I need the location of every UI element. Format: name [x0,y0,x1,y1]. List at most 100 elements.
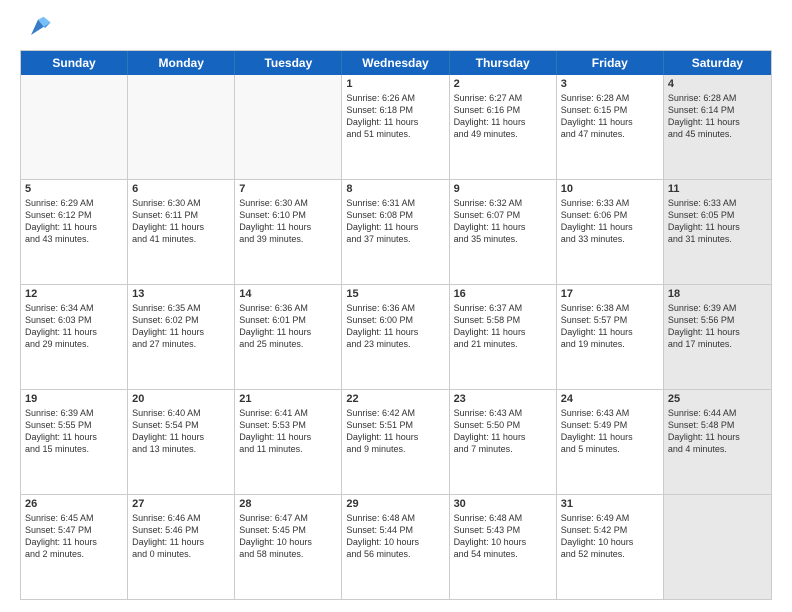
cal-cell-day-4: 4Sunrise: 6:28 AMSunset: 6:14 PMDaylight… [664,75,771,179]
cal-row-4: 26 Sunrise: 6:45 AMSunset: 5:47 PMDayligh… [21,494,771,599]
day-info: Sunrise: 6:30 AMSunset: 6:11 PMDaylight:… [132,197,230,246]
logo-icon [24,14,52,42]
day-info: Sunrise: 6:39 AMSunset: 5:56 PMDaylight:… [668,302,767,351]
day-number: 10 [561,183,659,195]
day-info: Sunrise: 6:33 AMSunset: 6:05 PMDaylight:… [668,197,767,246]
calendar: SundayMondayTuesdayWednesdayThursdayFrid… [20,50,772,600]
day-info: Sunrise: 6:46 AMSunset: 5:46 PMDaylight:… [132,512,230,561]
cal-cell-day-5: 5 Sunrise: 6:29 AMSunset: 6:12 PMDaylight… [21,180,128,284]
cal-cell-empty-0-1 [128,75,235,179]
day-info: Sunrise: 6:48 AMSunset: 5:43 PMDaylight:… [454,512,552,561]
cal-cell-empty-0-2 [235,75,342,179]
cal-cell-day-23: 23Sunrise: 6:43 AMSunset: 5:50 PMDayligh… [450,390,557,494]
cal-row-1: 5 Sunrise: 6:29 AMSunset: 6:12 PMDaylight… [21,179,771,284]
cal-cell-day-26: 26 Sunrise: 6:45 AMSunset: 5:47 PMDayligh… [21,495,128,599]
day-info: Sunrise: 6:38 AMSunset: 5:57 PMDaylight:… [561,302,659,351]
cal-cell-day-8: 8 Sunrise: 6:31 AMSunset: 6:08 PMDaylight… [342,180,449,284]
cal-header-sunday: Sunday [21,51,128,75]
day-number: 15 [346,288,444,300]
day-number: 9 [454,183,552,195]
day-number: 20 [132,393,230,405]
cal-cell-day-10: 10 Sunrise: 6:33 AMSunset: 6:06 PMDayligh… [557,180,664,284]
cal-cell-day-16: 16 Sunrise: 6:37 AMSunset: 5:58 PMDayligh… [450,285,557,389]
day-info: Sunrise: 6:39 AMSunset: 5:55 PMDaylight:… [25,407,123,456]
cal-cell-day-13: 13 Sunrise: 6:35 AMSunset: 6:02 PMDayligh… [128,285,235,389]
cal-cell-day-31: 31 Sunrise: 6:49 AMSunset: 5:42 PMDayligh… [557,495,664,599]
day-info: Sunrise: 6:36 AMSunset: 6:01 PMDaylight:… [239,302,337,351]
cal-cell-day-6: 6Sunrise: 6:30 AMSunset: 6:11 PMDaylight… [128,180,235,284]
day-number: 13 [132,288,230,300]
logo [20,18,52,42]
day-number: 12 [25,288,123,300]
cal-cell-day-29: 29 Sunrise: 6:48 AMSunset: 5:44 PMDayligh… [342,495,449,599]
cal-header-saturday: Saturday [664,51,771,75]
day-number: 4 [668,78,767,90]
cal-cell-day-12: 12Sunrise: 6:34 AMSunset: 6:03 PMDayligh… [21,285,128,389]
day-info: Sunrise: 6:27 AMSunset: 6:16 PMDaylight:… [454,92,552,141]
day-number: 30 [454,498,552,510]
day-info: Sunrise: 6:29 AMSunset: 6:12 PMDaylight:… [25,197,123,246]
cal-cell-day-22: 22 Sunrise: 6:42 AMSunset: 5:51 PMDayligh… [342,390,449,494]
cal-cell-day-20: 20 Sunrise: 6:40 AMSunset: 5:54 PMDayligh… [128,390,235,494]
page: SundayMondayTuesdayWednesdayThursdayFrid… [0,0,792,612]
day-number: 11 [668,183,767,195]
header [20,18,772,42]
cal-cell-day-30: 30 Sunrise: 6:48 AMSunset: 5:43 PMDayligh… [450,495,557,599]
cal-cell-day-1: 1 Sunrise: 6:26 AMSunset: 6:18 PMDaylight… [342,75,449,179]
day-info: Sunrise: 6:45 AMSunset: 5:47 PMDaylight:… [25,512,123,561]
day-info: Sunrise: 6:26 AMSunset: 6:18 PMDaylight:… [346,92,444,141]
day-info: Sunrise: 6:47 AMSunset: 5:45 PMDaylight:… [239,512,337,561]
cal-header-monday: Monday [128,51,235,75]
day-info: Sunrise: 6:49 AMSunset: 5:42 PMDaylight:… [561,512,659,561]
cal-header-tuesday: Tuesday [235,51,342,75]
day-number: 5 [25,183,123,195]
cal-cell-day-17: 17Sunrise: 6:38 AMSunset: 5:57 PMDayligh… [557,285,664,389]
day-number: 18 [668,288,767,300]
day-number: 1 [346,78,444,90]
day-info: Sunrise: 6:31 AMSunset: 6:08 PMDaylight:… [346,197,444,246]
day-number: 7 [239,183,337,195]
cal-cell-day-3: 3 Sunrise: 6:28 AMSunset: 6:15 PMDaylight… [557,75,664,179]
day-info: Sunrise: 6:35 AMSunset: 6:02 PMDaylight:… [132,302,230,351]
cal-cell-empty-0-0 [21,75,128,179]
day-number: 24 [561,393,659,405]
day-info: Sunrise: 6:33 AMSunset: 6:06 PMDaylight:… [561,197,659,246]
cal-row-2: 12Sunrise: 6:34 AMSunset: 6:03 PMDayligh… [21,284,771,389]
day-info: Sunrise: 6:30 AMSunset: 6:10 PMDaylight:… [239,197,337,246]
day-number: 31 [561,498,659,510]
day-info: Sunrise: 6:37 AMSunset: 5:58 PMDaylight:… [454,302,552,351]
day-info: Sunrise: 6:32 AMSunset: 6:07 PMDaylight:… [454,197,552,246]
cal-cell-day-27: 27Sunrise: 6:46 AMSunset: 5:46 PMDayligh… [128,495,235,599]
day-info: Sunrise: 6:44 AMSunset: 5:48 PMDaylight:… [668,407,767,456]
day-info: Sunrise: 6:40 AMSunset: 5:54 PMDaylight:… [132,407,230,456]
day-info: Sunrise: 6:28 AMSunset: 6:15 PMDaylight:… [561,92,659,141]
cal-cell-empty-4-6 [664,495,771,599]
cal-cell-day-19: 19 Sunrise: 6:39 AMSunset: 5:55 PMDayligh… [21,390,128,494]
calendar-header-row: SundayMondayTuesdayWednesdayThursdayFrid… [21,51,771,75]
cal-cell-day-7: 7 Sunrise: 6:30 AMSunset: 6:10 PMDaylight… [235,180,342,284]
day-number: 19 [25,393,123,405]
day-number: 22 [346,393,444,405]
cal-header-thursday: Thursday [450,51,557,75]
day-number: 3 [561,78,659,90]
day-number: 21 [239,393,337,405]
cal-header-wednesday: Wednesday [342,51,449,75]
day-info: Sunrise: 6:48 AMSunset: 5:44 PMDaylight:… [346,512,444,561]
day-number: 2 [454,78,552,90]
cal-row-0: 1 Sunrise: 6:26 AMSunset: 6:18 PMDaylight… [21,75,771,179]
day-info: Sunrise: 6:42 AMSunset: 5:51 PMDaylight:… [346,407,444,456]
cal-cell-day-15: 15Sunrise: 6:36 AMSunset: 6:00 PMDayligh… [342,285,449,389]
day-number: 16 [454,288,552,300]
day-number: 28 [239,498,337,510]
day-number: 29 [346,498,444,510]
day-number: 25 [668,393,767,405]
day-number: 23 [454,393,552,405]
day-info: Sunrise: 6:43 AMSunset: 5:49 PMDaylight:… [561,407,659,456]
cal-cell-day-2: 2 Sunrise: 6:27 AMSunset: 6:16 PMDaylight… [450,75,557,179]
cal-cell-day-18: 18 Sunrise: 6:39 AMSunset: 5:56 PMDayligh… [664,285,771,389]
cal-header-friday: Friday [557,51,664,75]
day-number: 8 [346,183,444,195]
cal-cell-day-28: 28 Sunrise: 6:47 AMSunset: 5:45 PMDayligh… [235,495,342,599]
day-number: 26 [25,498,123,510]
cal-cell-day-11: 11 Sunrise: 6:33 AMSunset: 6:05 PMDayligh… [664,180,771,284]
